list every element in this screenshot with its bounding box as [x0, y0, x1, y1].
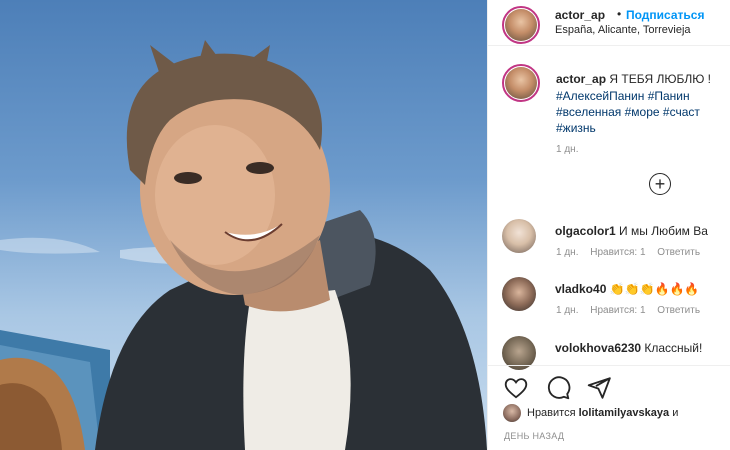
- commenter-avatar[interactable]: [502, 277, 536, 311]
- post-photo[interactable]: [0, 0, 487, 450]
- follow-button[interactable]: Подписаться: [626, 8, 704, 22]
- commenter-avatar[interactable]: [502, 219, 536, 253]
- caption-avatar[interactable]: [502, 64, 540, 102]
- comment-likes[interactable]: Нравится: 1: [590, 247, 645, 258]
- commenter-username[interactable]: volokhova6230: [555, 341, 641, 355]
- reply-button[interactable]: Ответить: [657, 305, 700, 316]
- liker-username[interactable]: lolitamilyavskaya: [579, 407, 670, 419]
- comment-text: Классный!: [644, 341, 703, 355]
- like-heart-icon[interactable]: [503, 375, 529, 401]
- comment-text: 👏👏👏🔥🔥🔥: [609, 282, 700, 296]
- load-more-comments-icon[interactable]: +: [649, 173, 671, 195]
- hashtag-line[interactable]: #вселенная #море #счаст: [556, 104, 730, 120]
- caption-line: actor_ap Я ТЕБЯ ЛЮБЛЮ !: [556, 72, 711, 86]
- hashtag-line[interactable]: #жизнь: [556, 120, 730, 136]
- header-separator: •: [617, 7, 622, 21]
- author-username[interactable]: actor_ap: [555, 8, 605, 22]
- comment-text-line: volokhova6230 Классный!: [555, 341, 702, 355]
- reply-button[interactable]: Ответить: [657, 247, 700, 258]
- photo-illustration: [0, 40, 487, 450]
- post-header: actor_ap • Подписаться España, Alicante,…: [488, 0, 730, 46]
- location-link[interactable]: España, Alicante, Torrevieja: [555, 24, 691, 36]
- comment-time[interactable]: 1 дн.: [556, 305, 578, 316]
- caption-hashtags[interactable]: #АлексейПанин #Панин #вселенная #море #с…: [556, 88, 730, 136]
- likes-summary[interactable]: Нравится lolitamilyavskaya и: [503, 404, 678, 422]
- comment-text-line: olgacolor1 И мы Любим Ва: [555, 224, 708, 238]
- comment-meta: 1 дн. Нравится: 1 Ответить: [556, 247, 709, 258]
- comment-bubble-icon[interactable]: [545, 375, 571, 401]
- post-actions: Нравится lolitamilyavskaya и ДЕНЬ НАЗАД: [487, 365, 730, 450]
- hashtag-line[interactable]: #АлексейПанин #Панин: [556, 88, 730, 104]
- share-send-icon[interactable]: [586, 375, 612, 401]
- caption-username[interactable]: actor_ap: [556, 72, 606, 86]
- commenter-username[interactable]: vladko40: [555, 282, 606, 296]
- comment-text: И мы Любим Ва: [619, 224, 708, 238]
- author-avatar[interactable]: [502, 6, 540, 44]
- caption-text: Я ТЕБЯ ЛЮБЛЮ !: [609, 72, 711, 86]
- caption-time[interactable]: 1 дн.: [556, 144, 578, 155]
- comment-likes[interactable]: Нравится: 1: [590, 305, 645, 316]
- comment-text-line: vladko40 👏👏👏🔥🔥🔥: [555, 282, 699, 296]
- post-date[interactable]: ДЕНЬ НАЗАД: [504, 431, 564, 441]
- commenter-username[interactable]: olgacolor1: [555, 224, 616, 238]
- likes-prefix: Нравится: [527, 406, 576, 419]
- liker-avatar[interactable]: [503, 404, 521, 422]
- likes-suffix: и: [672, 406, 679, 419]
- comment-time[interactable]: 1 дн.: [556, 247, 578, 258]
- comment-meta: 1 дн. Нравится: 1 Ответить: [556, 305, 709, 316]
